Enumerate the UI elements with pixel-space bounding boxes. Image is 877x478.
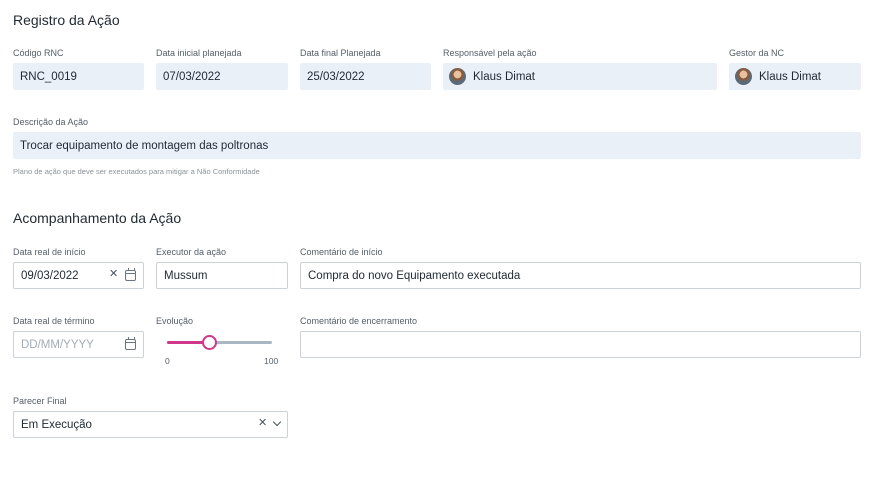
data-real-termino-placeholder: DD/MM/YYYY <box>21 338 94 351</box>
gestor-avatar <box>735 68 752 85</box>
data-real-inicio-calendar-icon[interactable] <box>125 268 136 281</box>
evolucao-max-label: 100 <box>264 356 279 366</box>
gestor-value: Klaus Dimat <box>759 70 821 83</box>
executor-value: Mussum <box>164 269 208 282</box>
codigo-rnc-label: Código RNC <box>13 48 64 58</box>
comentario-inicio-value: Compra do novo Equipamento executada <box>308 269 521 282</box>
data-real-inicio-clear-icon[interactable]: ✕ <box>109 269 118 280</box>
evolucao-min-label: 0 <box>165 356 170 366</box>
parecer-final-value: Em Execução <box>21 418 92 431</box>
descricao-label: Descrição da Ação <box>13 117 89 127</box>
data-inicial-label: Data inicial planejada <box>156 48 242 58</box>
responsavel-label: Responsável pela ação <box>443 48 537 58</box>
responsavel-field: Klaus Dimat <box>443 63 717 90</box>
comentario-inicio-input[interactable]: Compra do novo Equipamento executada <box>300 262 861 289</box>
parecer-final-label: Parecer Final <box>13 396 67 406</box>
descricao-value: Trocar equipamento de montagem das poltr… <box>20 139 269 152</box>
data-final-value: 25/03/2022 <box>307 70 365 83</box>
evolucao-slider[interactable] <box>167 335 272 350</box>
gestor-label: Gestor da NC <box>729 48 785 58</box>
evolucao-label: Evolução <box>156 316 194 326</box>
data-real-inicio-label: Data real de início <box>13 247 86 257</box>
descricao-field: Trocar equipamento de montagem das poltr… <box>13 132 861 159</box>
codigo-rnc-value: RNC_0019 <box>20 70 77 83</box>
parecer-final-clear-icon[interactable]: ✕ <box>258 418 267 429</box>
comentario-encerramento-label: Comentário de encerramento <box>300 316 418 326</box>
responsavel-avatar <box>449 68 466 85</box>
gestor-field: Klaus Dimat <box>729 63 861 90</box>
descricao-hint: Plano de ação que deve ser executados pa… <box>13 167 260 176</box>
data-real-termino-label: Data real de término <box>13 316 95 326</box>
data-inicial-field: 07/03/2022 <box>156 63 288 90</box>
section-title-registro: Registro da Ação <box>13 12 120 28</box>
data-final-label: Data final Planejada <box>300 48 381 58</box>
comentario-encerramento-input[interactable] <box>300 331 861 358</box>
codigo-rnc-field: RNC_0019 <box>13 63 144 90</box>
data-final-field: 25/03/2022 <box>300 63 431 90</box>
executor-input[interactable]: Mussum <box>156 262 288 289</box>
parecer-final-select[interactable]: Em Execução <box>13 411 288 438</box>
data-real-termino-calendar-icon[interactable] <box>125 337 136 350</box>
evolucao-slider-thumb[interactable] <box>202 335 217 350</box>
comentario-inicio-label: Comentário de início <box>300 247 383 257</box>
responsavel-value: Klaus Dimat <box>473 70 535 83</box>
data-real-inicio-value: 09/03/2022 <box>21 269 79 282</box>
executor-label: Executor da ação <box>156 247 227 257</box>
data-inicial-value: 07/03/2022 <box>163 70 221 83</box>
section-title-acompanhamento: Acompanhamento da Ação <box>13 210 182 226</box>
